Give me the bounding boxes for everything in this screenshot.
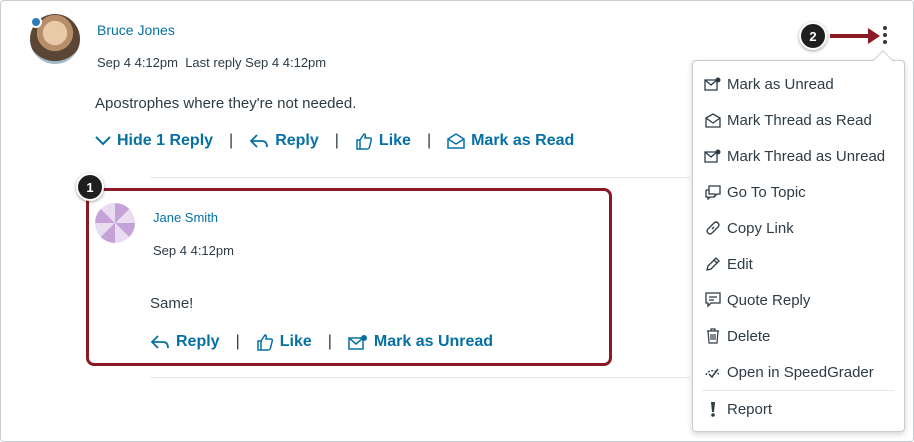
post-like-button[interactable]: Like (355, 132, 411, 150)
action-separator: | (334, 132, 339, 149)
reply-reply-button[interactable]: Reply (150, 333, 220, 351)
kebab-dot (883, 33, 887, 37)
reply-author-name[interactable]: Jane Smith (153, 210, 218, 225)
menu-item-edit[interactable]: Edit (704, 252, 753, 276)
post-mark-read-label: Mark as Read (471, 132, 575, 149)
post-timestamps: Sep 4 4:12pm Last reply Sep 4 4:12pm (97, 55, 326, 70)
reply-arrow-icon (150, 335, 169, 349)
reply-like-label: Like (279, 333, 312, 350)
menu-item-report[interactable]: Report (704, 397, 772, 421)
unread-indicator (30, 16, 42, 28)
kebab-dot (883, 26, 887, 30)
post-message: Apostrophes where they're not needed. (95, 95, 357, 112)
menu-item-label: Mark as Unread (727, 75, 834, 93)
menu-item-label: Mark Thread as Unread (727, 147, 886, 165)
reply-mark-unread-label: Mark as Unread (373, 333, 494, 350)
reply-like-button[interactable]: Like (256, 333, 312, 351)
discussion-icon (704, 184, 721, 201)
mail-unread-icon (704, 148, 721, 165)
action-separator: | (229, 132, 234, 149)
post-mark-read-button[interactable]: Mark as Read (447, 132, 574, 150)
menu-item-label: Mark Thread as Read (727, 111, 872, 129)
menu-item-label: Delete (727, 327, 771, 345)
hide-replies-label: Hide 1 Reply (117, 132, 214, 149)
reply-date: Sep 4 4:12pm (153, 243, 234, 258)
menu-item-label: Report (727, 400, 773, 418)
pencil-icon (704, 256, 721, 273)
trash-icon (704, 328, 721, 345)
menu-item-open-speedgrader[interactable]: Open in SpeedGrader (704, 360, 874, 384)
exclamation-icon (704, 401, 721, 418)
action-separator: | (426, 132, 432, 149)
menu-item-mark-unread[interactable]: Mark as Unread (704, 72, 834, 96)
post-last-reply: Last reply Sep 4 4:12pm (185, 55, 327, 70)
menu-item-label: Open in SpeedGrader (727, 363, 874, 381)
menu-item-label: Go To Topic (727, 183, 806, 201)
menu-item-delete[interactable]: Delete (704, 324, 770, 348)
thumbs-up-icon (356, 133, 372, 150)
menu-item-mark-thread-read[interactable]: Mark Thread as Read (704, 108, 872, 132)
thumbs-up-icon (256, 334, 273, 351)
link-icon (704, 220, 721, 237)
menu-item-quote-reply[interactable]: Quote Reply (704, 288, 810, 312)
speedgrader-icon (704, 364, 721, 381)
chevron-down-icon (95, 136, 111, 146)
options-kebab-button[interactable] (878, 24, 892, 46)
quote-icon (704, 292, 721, 309)
action-separator: | (327, 333, 332, 350)
menu-item-go-to-topic[interactable]: Go To Topic (704, 180, 806, 204)
menu-item-label: Copy Link (727, 219, 794, 237)
action-separator: | (235, 333, 240, 350)
menu-item-mark-thread-unread[interactable]: Mark Thread as Unread (704, 144, 885, 168)
menu-item-label: Quote Reply (727, 291, 811, 309)
mail-open-icon (704, 112, 721, 129)
reply-actions: Reply | Like | Mark as Unread (150, 333, 493, 351)
reply-divider (150, 377, 690, 378)
menu-item-label: Edit (727, 255, 753, 273)
post-like-label: Like (378, 132, 411, 149)
post-reply-button[interactable]: Reply (249, 132, 319, 150)
hide-replies-button[interactable]: Hide 1 Reply (95, 132, 213, 150)
post-reply-label: Reply (275, 132, 319, 149)
reply-reply-label: Reply (176, 333, 220, 350)
callout-badge-2: 2 (799, 22, 827, 50)
mail-unread-icon (704, 76, 721, 93)
post-date: Sep 4 4:12pm (97, 55, 178, 70)
menu-separator (702, 390, 894, 391)
kebab-dot (883, 40, 887, 44)
mail-unread-icon (348, 335, 367, 350)
menu-item-copy-link[interactable]: Copy Link (704, 216, 794, 240)
post-actions: Hide 1 Reply | Reply | Like | Mark as Re… (95, 132, 574, 150)
reply-arrow-icon (249, 134, 269, 148)
reply-mark-unread-button[interactable]: Mark as Unread (348, 333, 493, 351)
thread-divider (150, 177, 690, 178)
callout-badge-1: 1 (76, 173, 104, 201)
mail-open-icon (447, 133, 465, 149)
jane-smith-avatar[interactable] (95, 203, 135, 243)
post-author-name[interactable]: Bruce Jones (97, 22, 175, 38)
reply-message: Same! (150, 295, 194, 312)
